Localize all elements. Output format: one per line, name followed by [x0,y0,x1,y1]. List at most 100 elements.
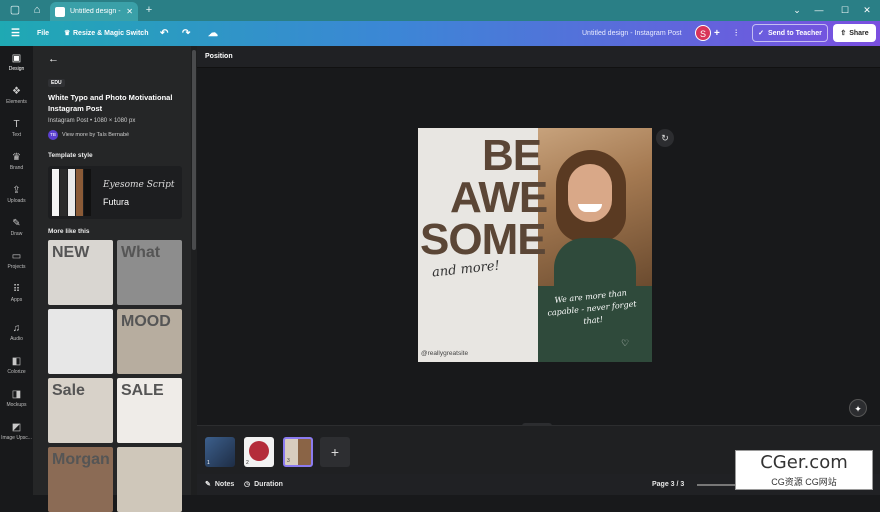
file-menu[interactable]: File [37,21,49,46]
canva-favicon-icon [55,6,65,17]
undo-icon[interactable]: ↶ [160,21,168,46]
notes-button[interactable]: ✎ Notes [205,474,234,495]
tab-list-icon[interactable]: ▢ [6,0,24,21]
rail-item-projects[interactable]: ▭ Projects [0,244,33,276]
template-thumbnail[interactable]: SALE [117,378,182,443]
resize-button[interactable]: Resize & Magic Switch [73,21,148,46]
rail-item-draw[interactable]: ✎ Draw [0,211,33,243]
template-thumbnail[interactable]: Sale [48,378,113,443]
add-page-button[interactable]: + [320,437,350,467]
rail-icon: ⠿ [12,283,21,295]
regenerate-icon[interactable]: ↻ [656,129,674,147]
rail-icon: ▣ [11,52,22,64]
redo-icon[interactable]: ↷ [182,21,190,46]
rail-icon: ♛ [12,151,21,163]
template-thumbnail-text: NEW [52,244,90,261]
author-avatar: TB [48,130,58,140]
page-thumbnail-photo [298,439,311,465]
back-arrow-icon[interactable]: ← [48,53,59,65]
rail-item-elements[interactable]: ❖ Elements [0,79,33,111]
rail-item-text[interactable]: T Text [0,112,33,144]
template-thumbnail[interactable] [48,309,113,374]
page-indicator[interactable]: Page 3 / 3 [652,474,684,495]
duration-button[interactable]: ◷ Duration [244,474,283,495]
rail-label: Projects [7,263,26,270]
send-to-teacher-button[interactable]: ✓ Send to Teacher [752,24,828,42]
check-circle-icon: ✓ [758,30,764,37]
page-thumbnail-photo [249,441,269,461]
template-thumbnail[interactable]: Morgan [48,447,113,512]
maximize-icon[interactable]: ☐ [834,0,856,21]
heart-doodle-icon: ♡ [621,338,630,348]
page-thumbnail[interactable]: 2 [244,437,274,467]
word-awe[interactable]: AWE [450,176,548,220]
rail-item-design[interactable]: ▣ Design [0,46,33,78]
close-window-icon[interactable]: ✕ [856,0,878,21]
template-thumbnail-text: MOOD [121,313,171,330]
rail-item-uploads[interactable]: ⇪ Uploads [0,178,33,210]
template-thumbnail[interactable] [117,447,182,512]
font-preview-sans: Futura [103,197,130,207]
page-thumbnail-active[interactable]: 3 [283,437,313,467]
rail-label: Brand [9,164,24,171]
rail-icon: ◨ [11,388,22,400]
font-preview-script: Eyesome Script [103,180,175,190]
rail-label: Draw [10,230,23,237]
rail-item-audio[interactable]: ♫ Audio [0,316,33,348]
document-title[interactable]: Untitled design - Instagram Post [582,21,682,46]
color-swatch [68,169,75,216]
zoom-slider[interactable] [697,484,737,486]
template-style-card[interactable]: Eyesome Script Futura [48,166,182,219]
share-button[interactable]: ⇧ Share [833,24,876,42]
close-tab-icon[interactable]: ✕ [126,7,133,16]
rail-label: Image Upsc... [1,434,32,441]
template-thumbnail[interactable]: NEW [48,240,113,305]
template-thumbnail[interactable]: MOOD [117,309,182,374]
new-tab-button[interactable]: + [140,0,158,21]
timer-icon: ◷ [244,481,251,488]
rail-label: Apps [10,296,23,303]
word-be[interactable]: BE [482,134,542,178]
template-thumbnail-text: SALE [121,382,164,399]
face-shape [568,164,612,222]
rail-item-image-upsc[interactable]: ◩ Image Upsc... [0,415,33,447]
minimize-icon[interactable]: — [808,0,830,21]
share-label: Share [849,29,869,37]
cloud-save-icon[interactable]: ☁ [208,21,218,46]
portrait-photo[interactable] [538,128,652,286]
rail-item-colorize[interactable]: ◧ Colorize [0,349,33,381]
handle-text[interactable]: @reallygreatsite [421,350,468,357]
share-icon: ⇧ [840,30,847,37]
rail-icon: T [13,118,20,130]
color-swatch [76,169,83,216]
rail-item-brand[interactable]: ♛ Brand [0,145,33,177]
avatar[interactable]: S [695,25,711,41]
crown-icon: ♛ [64,30,71,37]
rail-item-mockups[interactable]: ◨ Mockups [0,382,33,414]
home-icon[interactable]: ⌂ [28,0,46,21]
rail-icon: ✎ [12,217,21,229]
menu-icon[interactable]: ☰ [11,21,20,46]
design-page[interactable]: BE AWE SOME and more! We are more than c… [418,128,652,362]
rail-icon: ◧ [11,355,22,367]
watermark-line2: CG资源 CG网站 [771,477,837,487]
insights-icon[interactable]: ⫶ [735,21,737,46]
panel-scrollbar-thumb[interactable] [192,50,196,250]
context-toolbar [197,46,880,68]
rail-icon: ▭ [11,250,22,262]
browser-tab[interactable]: Untitled design - In... ✕ [50,2,138,21]
rail-label: Colorize [7,368,26,375]
notes-icon: ✎ [205,481,211,488]
add-collaborator-icon[interactable]: + [714,21,720,46]
rail-label: Mockups [6,401,27,408]
position-button[interactable]: Position [205,46,233,68]
word-some[interactable]: SOME [420,218,547,262]
rail-item-apps[interactable]: ⠿ Apps [0,277,33,309]
tab-search-icon[interactable]: ⌄ [786,0,808,21]
author-link[interactable]: TB View more by Taís Bernabé [48,130,129,140]
rail-icon: ◩ [11,421,22,433]
rail-icon: ⇪ [12,184,21,196]
magic-sparkle-icon[interactable]: ✦ [849,399,867,417]
template-thumbnail[interactable]: What [117,240,182,305]
page-thumbnail[interactable]: 1 [205,437,235,467]
